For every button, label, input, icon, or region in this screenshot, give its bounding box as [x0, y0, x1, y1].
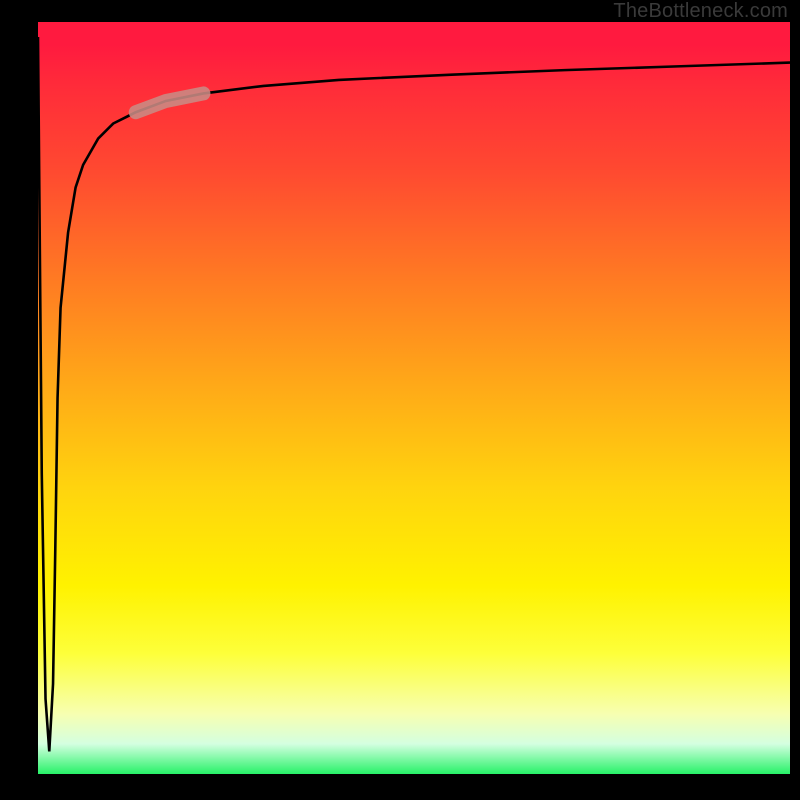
watermark-text: TheBottleneck.com	[613, 0, 788, 23]
chart-stage: TheBottleneck.com	[0, 0, 800, 800]
plot-area	[38, 22, 790, 774]
